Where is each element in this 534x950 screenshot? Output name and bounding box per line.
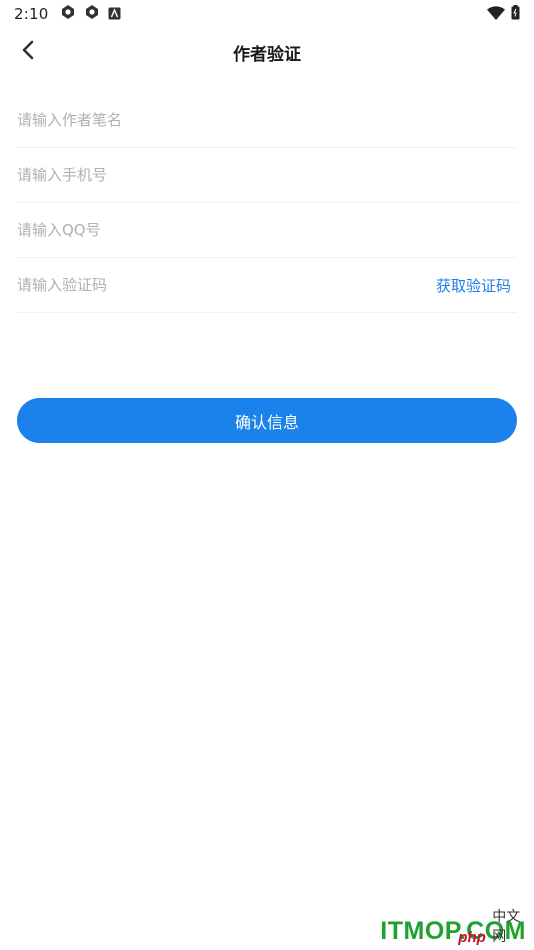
chevron-left-icon (21, 40, 35, 64)
status-icons-right (487, 4, 520, 24)
pen-name-field-row (17, 93, 517, 148)
code-field-row: 获取验证码 (17, 258, 517, 313)
status-bar: 2:10 (0, 0, 534, 28)
verification-code-input[interactable] (17, 270, 436, 300)
back-button[interactable] (12, 36, 44, 68)
qq-input[interactable] (17, 215, 517, 245)
qq-field-row (17, 203, 517, 258)
accessibility-icon (108, 5, 121, 24)
battery-icon (511, 4, 520, 24)
status-time: 2:10 (14, 5, 49, 23)
watermark-cn: 中文网 (492, 908, 521, 944)
watermark: ITMOP.COM php 中文网 (380, 908, 526, 946)
confirm-button[interactable]: 确认信息 (17, 398, 517, 443)
wifi-icon (487, 5, 505, 24)
app-notification-icon (60, 4, 76, 24)
phone-input[interactable] (17, 160, 517, 190)
page-title: 作者验证 (233, 44, 301, 65)
status-icons-left (60, 4, 121, 24)
phone-field-row (17, 148, 517, 203)
app-notification-icon (84, 4, 100, 24)
author-verification-form: 获取验证码 (17, 93, 517, 313)
nav-bar: 作者验证 (0, 30, 534, 74)
pen-name-input[interactable] (17, 105, 517, 135)
get-code-button[interactable]: 获取验证码 (436, 275, 517, 296)
watermark-php: php (458, 929, 486, 946)
